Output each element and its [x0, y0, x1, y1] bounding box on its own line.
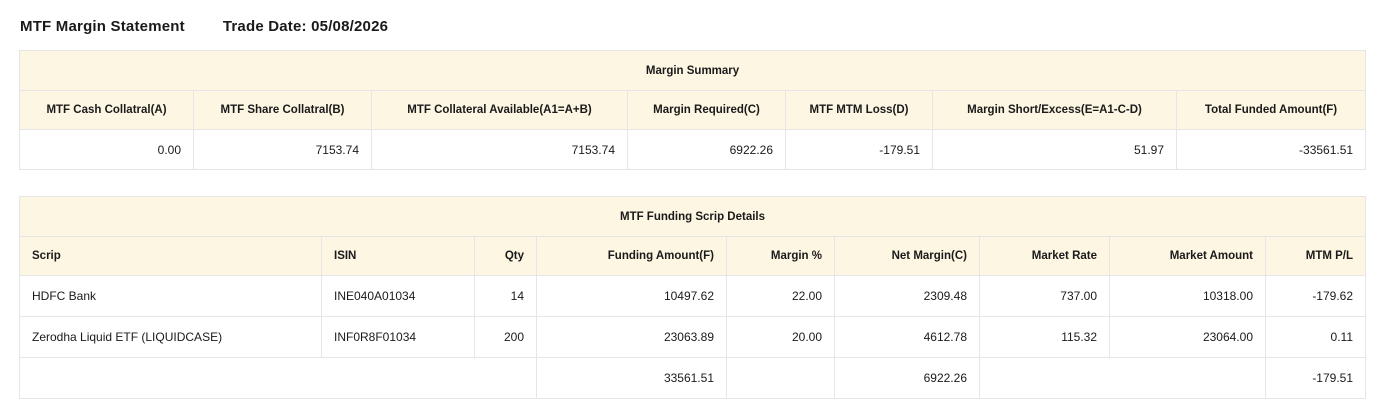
- scrip-market-amount: 23064.00: [1109, 316, 1266, 358]
- totals-spacer: [19, 357, 537, 399]
- scrip-mtm-pl: -179.62: [1264, 275, 1367, 317]
- summary-header-share-collateral: MTF Share Collatral(B): [193, 90, 372, 130]
- summary-total-funded-value: -33561.51: [1175, 129, 1367, 170]
- scrip-market-rate: 115.32: [979, 316, 1110, 358]
- totals-empty-market: [979, 357, 1266, 399]
- scrip-isin: INF0R8F01034: [321, 316, 475, 358]
- page-title: MTF Margin Statement: [20, 17, 185, 35]
- scrip-header-market-rate: Market Rate: [979, 236, 1110, 276]
- total-funding-amount: 33561.51: [536, 357, 727, 399]
- scrip-qty: 200: [474, 316, 537, 358]
- summary-margin-short-excess-value: 51.97: [932, 129, 1177, 170]
- table-row: Zerodha Liquid ETF (LIQUIDCASE) INF0R8F0…: [19, 316, 1367, 358]
- scrip-name: Zerodha Liquid ETF (LIQUIDCASE): [19, 316, 322, 358]
- funding-scrip-title: MTF Funding Scrip Details: [18, 196, 1367, 237]
- scrip-header-margin-percent: Margin %: [726, 236, 835, 276]
- table-row: HDFC Bank INE040A01034 14 10497.62 22.00…: [19, 275, 1367, 317]
- page-header: MTF Margin Statement Trade Date: 05/08/2…: [20, 14, 388, 38]
- scrip-header-scrip: Scrip: [19, 236, 322, 276]
- summary-values-row: 0.00 7153.74 7153.74 6922.26 -179.51 51.…: [19, 129, 1367, 170]
- scrip-name: HDFC Bank: [19, 275, 322, 317]
- funding-scrip-table: MTF Funding Scrip Details Scrip ISIN Qty…: [18, 196, 1367, 399]
- scrip-mtm-pl: 0.11: [1264, 316, 1367, 358]
- scrip-header-net-margin: Net Margin(C): [834, 236, 980, 276]
- summary-margin-required-value: 6922.26: [627, 129, 786, 170]
- scrip-funding-amount: 23063.89: [536, 316, 727, 358]
- scrip-market-rate: 737.00: [979, 275, 1110, 317]
- scrip-net-margin: 4612.78: [834, 316, 980, 358]
- trade-date: Trade Date: 05/08/2026: [222, 17, 389, 35]
- scrip-net-margin: 2309.48: [834, 275, 980, 317]
- summary-mtm-loss-value: -179.51: [785, 129, 933, 170]
- scrip-header-mtm-pl: MTM P/L: [1264, 236, 1367, 276]
- summary-header-total-funded: Total Funded Amount(F): [1175, 90, 1367, 130]
- total-mtm-pl: -179.51: [1264, 357, 1367, 399]
- total-net-margin: 6922.26: [834, 357, 980, 399]
- scrip-isin: INE040A01034: [321, 275, 475, 317]
- summary-share-collateral-value: 7153.74: [193, 129, 372, 170]
- margin-summary-table: Margin Summary MTF Cash Collatral(A) MTF…: [18, 50, 1367, 170]
- totals-row: 33561.51 6922.26 -179.51: [19, 357, 1367, 399]
- summary-header-margin-short-excess: Margin Short/Excess(E=A1-C-D): [932, 90, 1177, 130]
- scrip-qty: 14: [474, 275, 537, 317]
- summary-header-collateral-available: MTF Collateral Available(A1=A+B): [371, 90, 628, 130]
- summary-collateral-available-value: 7153.74: [371, 129, 628, 170]
- summary-header-mtm-loss: MTF MTM Loss(D): [785, 90, 933, 130]
- summary-header-margin-required: Margin Required(C): [627, 90, 786, 130]
- scrip-header-market-amount: Market Amount: [1109, 236, 1266, 276]
- scrip-funding-amount: 10497.62: [536, 275, 727, 317]
- summary-header-cash-collateral: MTF Cash Collatral(A): [19, 90, 194, 130]
- margin-summary-title: Margin Summary: [18, 50, 1367, 91]
- scrip-margin-percent: 20.00: [726, 316, 835, 358]
- summary-cash-collateral-value: 0.00: [19, 129, 194, 170]
- scrip-header-qty: Qty: [474, 236, 537, 276]
- scrip-header-funding-amount: Funding Amount(F): [536, 236, 727, 276]
- scrip-margin-percent: 22.00: [726, 275, 835, 317]
- totals-empty-margin: [726, 357, 835, 399]
- scrip-header-isin: ISIN: [321, 236, 475, 276]
- scrip-market-amount: 10318.00: [1109, 275, 1266, 317]
